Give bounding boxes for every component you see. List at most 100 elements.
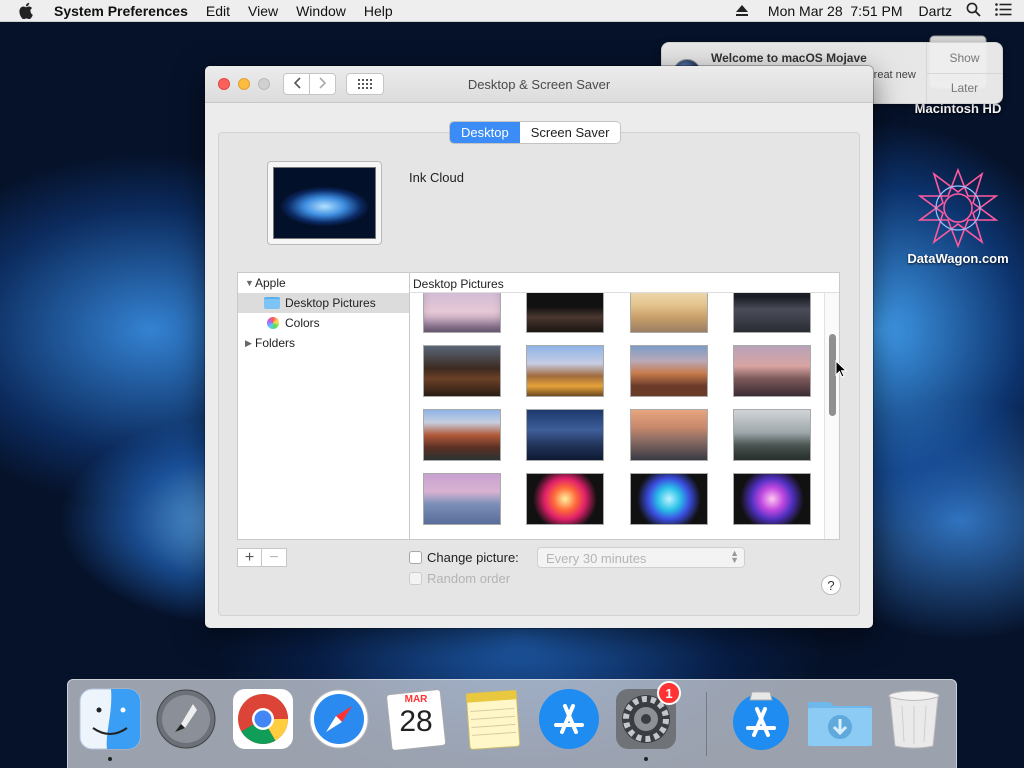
interval-select[interactable]: Every 30 minutes ▲ ▼ <box>537 547 745 568</box>
wallpaper-thumbnail[interactable] <box>733 473 811 525</box>
wallpaper-thumbnail[interactable] <box>423 345 501 397</box>
app-store-icon <box>538 689 600 753</box>
calendar-day: 28 <box>399 705 433 738</box>
mouse-cursor <box>835 359 848 381</box>
dock: MAR 28 1 <box>67 679 957 768</box>
sidebar-item-label: Colors <box>285 316 320 330</box>
sidebar-item-colors[interactable]: Colors <box>238 313 410 333</box>
user-menu[interactable]: Dartz <box>919 3 952 19</box>
dock-item-trash[interactable] <box>886 688 948 754</box>
wallpaper-thumbnail[interactable] <box>526 293 604 333</box>
dock-item-app-store-installer[interactable] <box>730 688 792 754</box>
wallpaper-thumbnail[interactable] <box>526 473 604 525</box>
wallpaper-thumbnail[interactable] <box>526 345 604 397</box>
disclosure-triangle-down-icon[interactable]: ▼ <box>245 278 255 288</box>
sidebar-item-apple[interactable]: ▼ Apple <box>238 273 410 293</box>
vertical-scrollbar[interactable] <box>824 293 839 539</box>
clock[interactable]: Mon Mar 28 7:51 PM <box>768 3 903 19</box>
dock-item-system-preferences[interactable]: 1 <box>615 681 681 761</box>
safari-icon <box>308 689 370 753</box>
window-title: Desktop & Screen Saver <box>467 77 611 92</box>
sidebar-item-label: Apple <box>255 276 286 290</box>
wallpaper-preview-image <box>273 167 376 239</box>
tab-bar: Desktop Screen Saver <box>450 122 621 143</box>
tab-screen-saver[interactable]: Screen Saver <box>519 122 621 143</box>
random-order-checkbox[interactable] <box>409 572 422 585</box>
wallpaper-thumbnail[interactable] <box>630 409 708 461</box>
dock-item-safari[interactable] <box>308 688 370 754</box>
menu-bar: System Preferences Edit View Window Help… <box>0 0 1024 22</box>
random-order-label: Random order <box>427 571 511 586</box>
wallpaper-name: Ink Cloud <box>409 170 464 185</box>
wallpaper-grid: Desktop Pictures <box>409 272 840 540</box>
apple-menu-icon[interactable] <box>18 0 38 22</box>
sidebar-item-label: Desktop Pictures <box>285 296 376 310</box>
add-remove-buttons: + − <box>237 548 287 567</box>
menu-window[interactable]: Window <box>296 3 346 19</box>
desktop-icon-datawagon[interactable]: DataWagon.com <box>903 166 1013 266</box>
help-button[interactable]: ? <box>821 575 841 595</box>
notification-center-icon[interactable] <box>995 3 1012 19</box>
finder-icon <box>79 688 141 753</box>
dock-item-chrome[interactable] <box>232 688 294 754</box>
menu-edit[interactable]: Edit <box>206 3 230 19</box>
add-folder-button[interactable]: + <box>237 548 262 567</box>
remove-folder-button[interactable]: − <box>262 548 287 567</box>
wallpaper-thumbnail[interactable] <box>423 409 501 461</box>
plus-icon: + <box>244 548 255 566</box>
notification-badge: 1 <box>657 681 681 705</box>
datawagon-logo-icon <box>916 166 1000 253</box>
change-picture-label: Change picture: <box>427 550 519 565</box>
wallpaper-thumbnail[interactable] <box>630 345 708 397</box>
calendar-month: MAR <box>404 694 428 705</box>
dock-item-finder[interactable] <box>79 688 141 761</box>
downloads-folder-icon <box>806 702 874 753</box>
dock-item-launchpad[interactable] <box>155 688 217 754</box>
tab-desktop[interactable]: Desktop <box>450 122 520 143</box>
sidebar-item-desktop-pictures[interactable]: Desktop Pictures <box>238 293 410 313</box>
dock-item-downloads[interactable] <box>806 688 872 754</box>
change-picture-option[interactable]: Change picture: <box>409 550 519 565</box>
minus-icon: − <box>269 548 279 566</box>
wallpaper-thumbnail[interactable] <box>630 473 708 525</box>
interval-value: Every 30 minutes <box>546 551 647 566</box>
wallpaper-thumbnail[interactable] <box>630 293 708 333</box>
wallpaper-preview <box>267 161 382 245</box>
sidebar-item-label: Folders <box>255 336 296 350</box>
dock-item-app-store[interactable] <box>538 688 600 754</box>
dock-item-notes[interactable] <box>461 688 523 754</box>
title-bar[interactable]: Desktop & Screen Saver <box>205 66 873 103</box>
folder-icon <box>264 297 280 309</box>
wallpaper-thumbnail[interactable] <box>733 345 811 397</box>
random-order-option[interactable]: Random order <box>409 571 510 586</box>
spotlight-search-icon[interactable] <box>966 2 981 20</box>
wallpaper-thumbnail[interactable] <box>733 293 811 333</box>
chrome-icon <box>232 689 294 753</box>
sidebar-item-folders[interactable]: ▶ Folders <box>238 333 410 353</box>
updown-arrows-icon: ▲ ▼ <box>730 548 739 565</box>
menu-help[interactable]: Help <box>364 3 393 19</box>
launchpad-icon <box>155 689 217 753</box>
grid-header: Desktop Pictures <box>410 273 839 293</box>
wallpaper-thumbnail[interactable] <box>423 473 501 525</box>
trash-icon <box>886 690 942 753</box>
desktop-icon-label: DataWagon.com <box>907 251 1009 266</box>
running-indicator <box>108 757 112 761</box>
dock-item-calendar[interactable]: MAR 28 <box>385 688 447 754</box>
notification-later-button[interactable]: Later <box>927 72 1002 104</box>
app-menu[interactable]: System Preferences <box>54 3 188 19</box>
system-preferences-window: Desktop & Screen Saver Desktop Screen Sa… <box>205 66 873 628</box>
notification-show-button[interactable]: Show <box>927 43 1002 73</box>
change-picture-checkbox[interactable] <box>409 551 422 564</box>
wallpaper-thumbnail[interactable] <box>733 409 811 461</box>
notes-icon <box>461 689 523 753</box>
wallpaper-thumbnail[interactable] <box>423 293 501 333</box>
notification-title: Welcome to macOS Mojave <box>711 51 867 65</box>
running-indicator <box>644 757 648 761</box>
menu-view[interactable]: View <box>248 3 278 19</box>
disclosure-triangle-right-icon[interactable]: ▶ <box>245 338 255 349</box>
calendar-icon <box>385 689 447 753</box>
source-list: ▼ Apple Desktop Pictures Colors ▶ Folder… <box>237 272 410 540</box>
wallpaper-thumbnail[interactable] <box>526 409 604 461</box>
eject-icon[interactable] <box>735 3 748 19</box>
